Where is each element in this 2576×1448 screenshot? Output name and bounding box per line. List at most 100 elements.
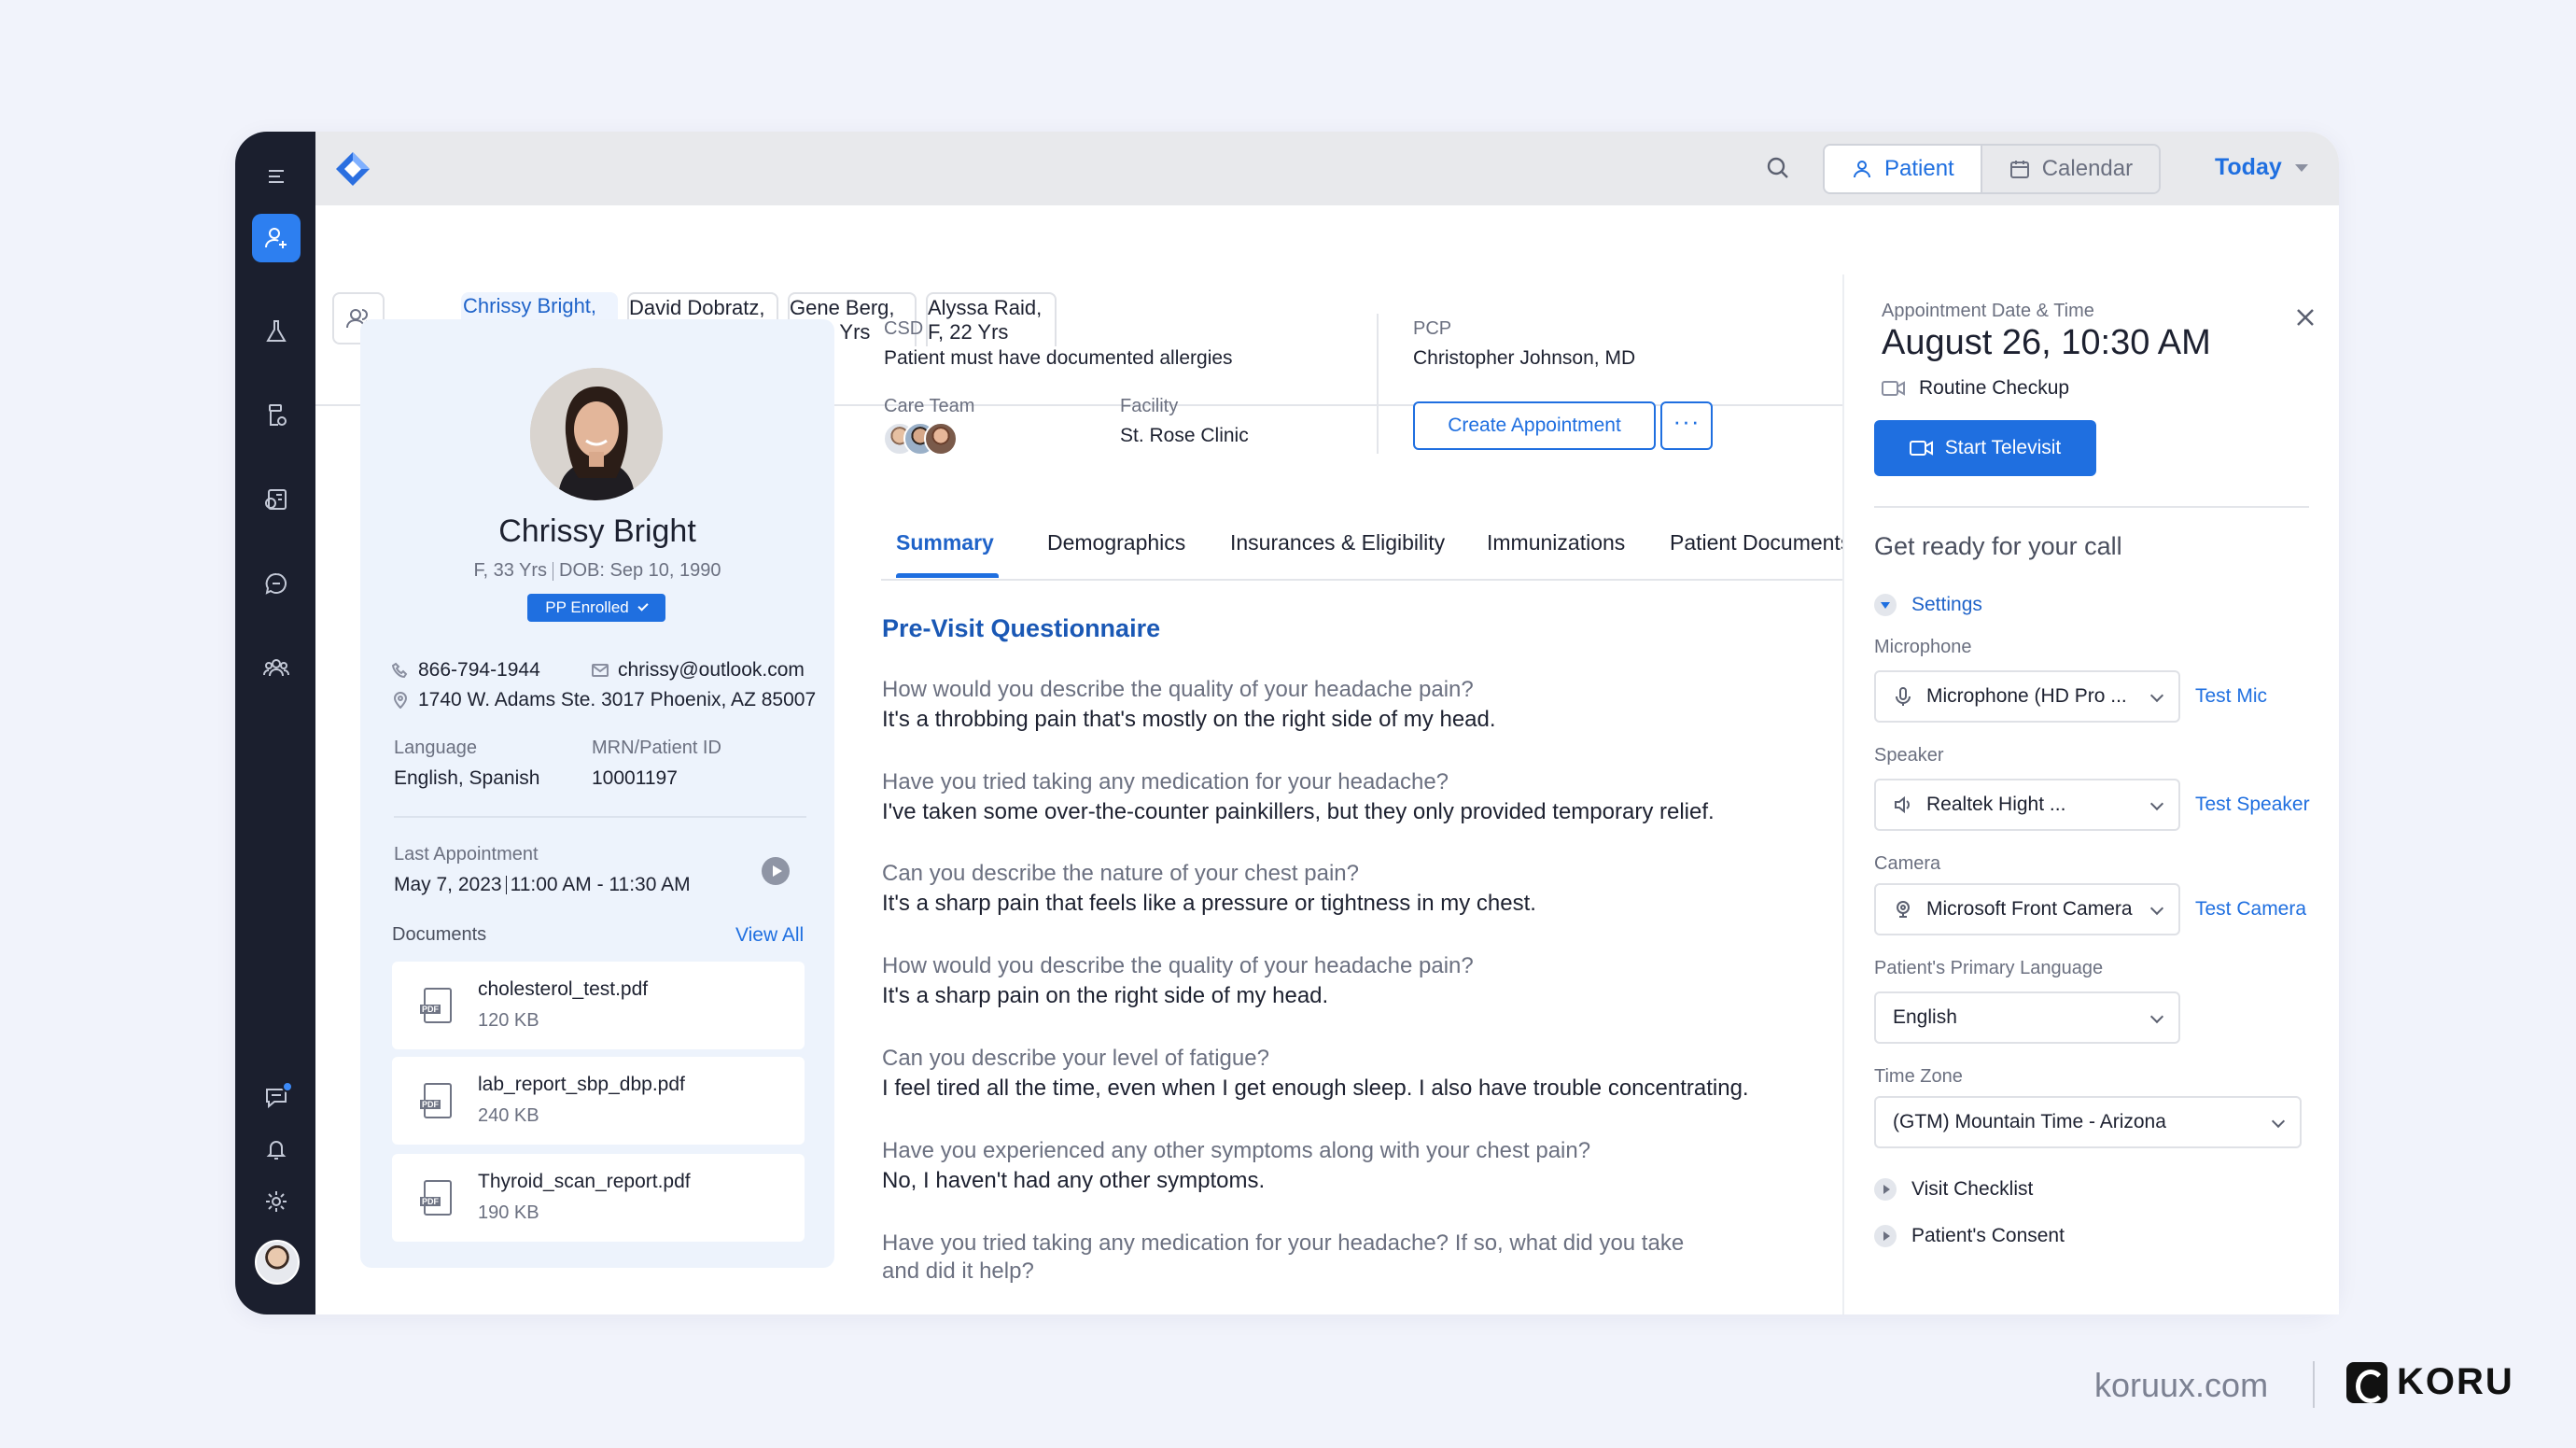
camera-value: Microsoft Front Camera: [1926, 898, 2133, 920]
app-logo-icon[interactable]: [334, 150, 371, 188]
phone-value: 866-794-1944: [418, 659, 540, 681]
appointment-panel: Appointment Date & Time August 26, 10:30…: [1842, 274, 2339, 1314]
speaker-icon: [1895, 795, 1910, 814]
patient-phone[interactable]: 866-794-1944: [392, 659, 540, 682]
play-icon[interactable]: [762, 857, 790, 885]
visit-checklist-toggle[interactable]: Visit Checklist: [1874, 1178, 2033, 1201]
document-size: 190 KB: [478, 1202, 539, 1223]
primary-language-select[interactable]: English: [1874, 991, 2180, 1044]
view-all-link[interactable]: View All: [735, 924, 804, 947]
pp-enrolled-badge[interactable]: PP Enrolled: [527, 594, 665, 622]
patient-card: Chrissy Bright F, 33 Yrs DOB: Sep 10, 199…: [360, 319, 834, 1268]
visit-checklist-label: Visit Checklist: [1911, 1178, 2034, 1200]
video-icon: [1909, 441, 1933, 456]
main-tabs: Summary Demographics Insurances & Eligib…: [881, 504, 1842, 581]
patient-avatar: [530, 368, 663, 500]
badge-label: PP Enrolled: [545, 598, 629, 616]
notification-dot: [282, 1081, 293, 1092]
search-icon[interactable]: [1762, 152, 1794, 184]
care-team-avatars[interactable]: [883, 422, 976, 456]
close-icon[interactable]: [2290, 302, 2320, 332]
create-appointment-button[interactable]: Create Appointment: [1413, 401, 1656, 450]
email-value: chrissy@outlook.com: [618, 659, 805, 681]
speaker-value: Realtek Hight ...: [1926, 794, 2066, 815]
location-pin-icon: [393, 692, 408, 709]
speaker-select[interactable]: Realtek Hight ...: [1874, 779, 2180, 831]
chevron-down-icon: [2149, 1009, 2164, 1024]
patient-tab-alyssa[interactable]: Alyssa Raid, F, 22 Yrs: [926, 292, 1057, 346]
menu-icon[interactable]: [252, 152, 301, 201]
camera-select[interactable]: Microsoft Front Camera: [1874, 883, 2180, 935]
lab-flask-icon[interactable]: [252, 307, 301, 356]
billing-icon[interactable]: [252, 475, 301, 524]
appointment-label: Appointment Date & Time: [1882, 301, 2094, 321]
user-avatar[interactable]: [255, 1240, 300, 1285]
mrn-value: 10001197: [592, 767, 678, 789]
document-item[interactable]: lab_report_sbp_dbp.pdf 240 KB: [392, 1057, 805, 1145]
brand-logo: KORU: [2346, 1361, 2514, 1403]
document-name: lab_report_sbp_dbp.pdf: [478, 1074, 685, 1095]
timezone-value: (GTM) Mountain Time - Arizona: [1893, 1111, 2166, 1132]
last-appointment-label: Last Appointment: [394, 844, 539, 865]
tab-summary[interactable]: Summary: [896, 530, 994, 555]
date-selector[interactable]: Today: [2215, 154, 2308, 181]
tab-patient-documents[interactable]: Patient Documents: [1670, 530, 1842, 555]
test-speaker-link[interactable]: Test Speaker: [2195, 794, 2310, 816]
start-televisit-button[interactable]: Start Televisit: [1874, 420, 2096, 476]
bell-icon[interactable]: [252, 1125, 301, 1174]
koru-logo-icon: [2346, 1361, 2387, 1403]
team-icon[interactable]: [252, 643, 301, 692]
appointment-datetime: August 26, 10:30 AM: [1882, 323, 2211, 362]
pdf-file-icon: [420, 988, 452, 1023]
patient-email[interactable]: chrissy@outlook.com: [592, 659, 805, 682]
gear-icon[interactable]: [252, 1177, 301, 1226]
test-mic-link[interactable]: Test Mic: [2195, 685, 2267, 708]
brand-divider: [2313, 1361, 2315, 1408]
patient-consent-toggle[interactable]: Patient's Consent: [1874, 1225, 2065, 1247]
microphone-icon: [1896, 687, 1911, 706]
last-appointment-value: May 7, 2023 11:00 AM - 11:30 AM: [394, 874, 691, 896]
patient-tab-label: Alyssa Raid, F, 22 Yrs: [928, 296, 1043, 344]
camera-label: Camera: [1874, 853, 1941, 874]
patient-consent-label: Patient's Consent: [1911, 1225, 2065, 1246]
more-options-button[interactable]: ···: [1660, 401, 1713, 450]
document-item[interactable]: Thyroid_scan_report.pdf 190 KB: [392, 1154, 805, 1242]
timezone-select[interactable]: (GTM) Mountain Time - Arizona: [1874, 1096, 2302, 1148]
document-size: 120 KB: [478, 1010, 539, 1031]
tab-immunizations[interactable]: Immunizations: [1487, 530, 1625, 555]
chat-icon[interactable]: [252, 559, 301, 608]
test-camera-link[interactable]: Test Camera: [2195, 898, 2306, 921]
tab-insurances-eligibility[interactable]: Insurances & Eligibility: [1230, 530, 1445, 555]
user-icon: [1854, 161, 1870, 178]
language-label: Language: [394, 738, 477, 758]
view-toggle: Patient Calendar: [1823, 144, 2162, 194]
add-patient-icon[interactable]: [252, 214, 301, 262]
chevron-down-icon: [2149, 901, 2164, 916]
primary-language-label: Patient's Primary Language: [1874, 958, 2104, 978]
pdf-file-icon: [420, 1083, 452, 1118]
medication-icon[interactable]: [252, 391, 301, 440]
chevron-down-icon: [1874, 594, 1897, 616]
last-appointment-time: 11:00 AM - 11:30 AM: [510, 874, 691, 895]
microphone-label: Microphone: [1874, 637, 1972, 657]
microphone-select[interactable]: Microphone (HD Pro ...: [1874, 670, 2180, 723]
chevron-right-icon: [1874, 1225, 1897, 1247]
brand-name: KORU: [2397, 1361, 2514, 1402]
language-value: English, Spanish: [394, 767, 540, 789]
patient-view-button[interactable]: Patient: [1825, 146, 1981, 192]
messages-icon[interactable]: [252, 1073, 301, 1121]
settings-toggle[interactable]: Settings: [1874, 594, 1982, 616]
document-item[interactable]: cholesterol_test.pdf 120 KB: [392, 962, 805, 1049]
patient-name: Chrissy Bright: [498, 513, 696, 549]
document-name: Thyroid_scan_report.pdf: [478, 1171, 691, 1192]
timezone-label: Time Zone: [1874, 1066, 1963, 1087]
calendar-view-label: Calendar: [2041, 156, 2134, 181]
mail-icon: [592, 664, 609, 677]
care-team-avatar: [924, 422, 958, 456]
tab-demographics[interactable]: Demographics: [1047, 530, 1185, 555]
left-rail: [235, 132, 315, 1314]
patient-dob: DOB: Sep 10, 1990: [559, 560, 721, 581]
document-name: cholesterol_test.pdf: [478, 978, 649, 1000]
settings-label: Settings: [1911, 594, 1982, 615]
calendar-view-button[interactable]: Calendar: [1980, 146, 2160, 192]
